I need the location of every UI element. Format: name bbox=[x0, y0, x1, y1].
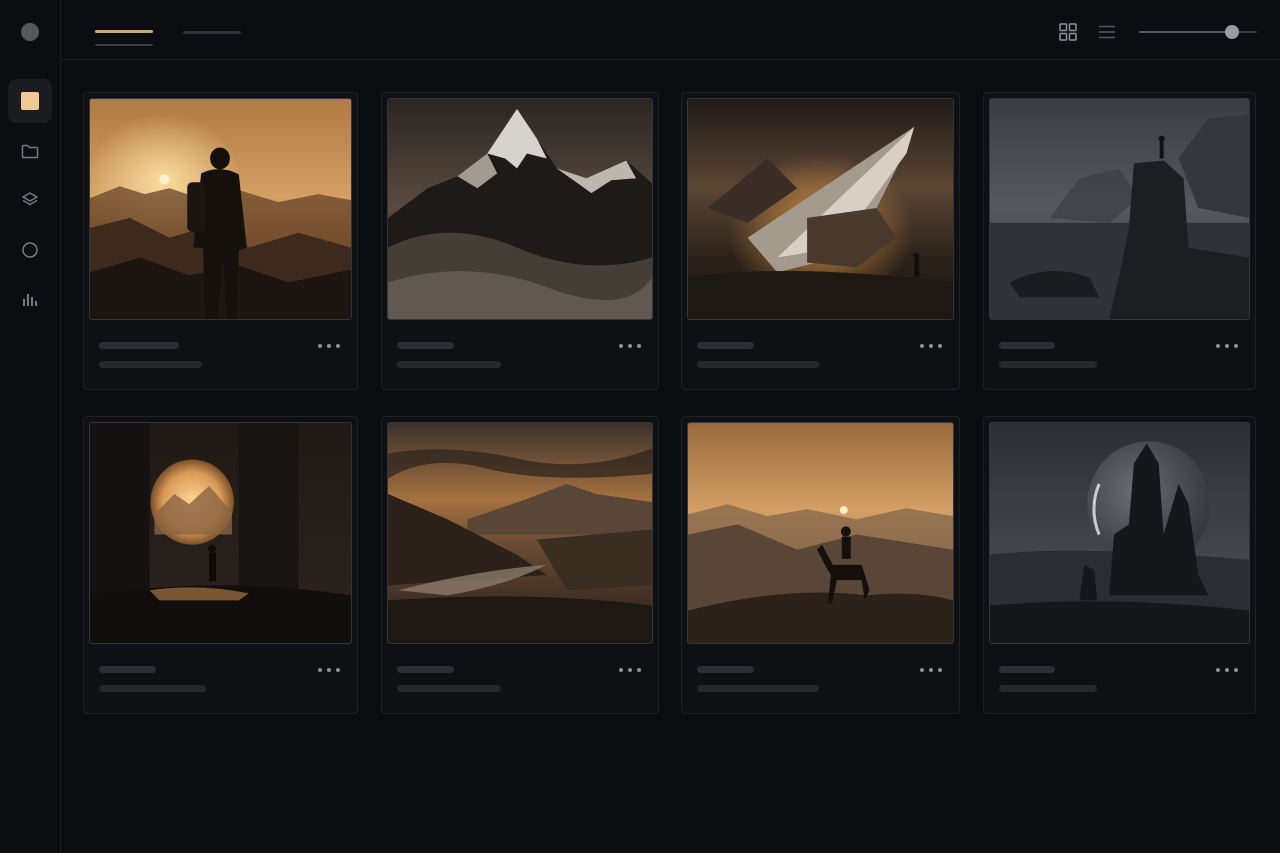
sidebar-item-gallery[interactable] bbox=[8, 79, 52, 123]
thumbnail-image[interactable] bbox=[89, 422, 352, 644]
zoom-slider-fill bbox=[1139, 31, 1232, 33]
card-title-placeholder bbox=[99, 666, 156, 673]
more-options-button[interactable] bbox=[318, 341, 340, 351]
more-dot bbox=[336, 344, 340, 348]
gallery-card[interactable] bbox=[381, 92, 659, 390]
sidebar-item-stats[interactable] bbox=[8, 277, 52, 321]
more-dot bbox=[327, 344, 331, 348]
gallery-card[interactable] bbox=[83, 92, 358, 390]
more-dot bbox=[920, 668, 924, 672]
more-options-button[interactable] bbox=[318, 665, 340, 675]
card-subtitle-placeholder bbox=[697, 361, 819, 368]
thumbnail-image[interactable] bbox=[387, 422, 653, 644]
more-options-button[interactable] bbox=[1216, 341, 1238, 351]
thumbnail-image[interactable] bbox=[387, 98, 653, 320]
card-title-placeholder bbox=[697, 342, 754, 349]
list-icon bbox=[1099, 25, 1115, 39]
card-title-placeholder bbox=[999, 342, 1055, 349]
sidebar bbox=[0, 0, 61, 853]
card-subtitle-placeholder bbox=[99, 361, 202, 368]
more-dot bbox=[1225, 668, 1229, 672]
gallery-app bbox=[0, 0, 1280, 853]
more-dot bbox=[637, 344, 641, 348]
thumbnail-image[interactable] bbox=[687, 98, 954, 320]
more-dot bbox=[1216, 668, 1220, 672]
tab-active-underline bbox=[95, 44, 153, 46]
card-subtitle-placeholder bbox=[99, 685, 206, 692]
more-dot bbox=[929, 668, 933, 672]
more-dot bbox=[628, 668, 632, 672]
more-options-button[interactable] bbox=[1216, 665, 1238, 675]
card-title-placeholder bbox=[397, 666, 454, 673]
image-icon bbox=[21, 92, 39, 110]
more-dot bbox=[628, 344, 632, 348]
thumbnail-image[interactable] bbox=[687, 422, 954, 644]
card-title-placeholder bbox=[397, 342, 454, 349]
bar-chart-icon bbox=[23, 294, 37, 306]
tab-inactive-indicator bbox=[183, 31, 241, 34]
sidebar-item-circle[interactable] bbox=[8, 228, 52, 272]
grid-view-button[interactable] bbox=[1056, 20, 1080, 44]
card-title-placeholder bbox=[99, 342, 179, 349]
layers-icon bbox=[22, 192, 38, 206]
more-options-button[interactable] bbox=[920, 341, 942, 351]
sidebar-item-folders[interactable] bbox=[8, 129, 52, 173]
more-dot bbox=[929, 344, 933, 348]
gallery-card[interactable] bbox=[681, 92, 960, 390]
gallery-card[interactable] bbox=[983, 416, 1256, 714]
thumbnail-image[interactable] bbox=[89, 98, 352, 320]
tab-active-indicator bbox=[95, 30, 153, 33]
card-subtitle-placeholder bbox=[999, 685, 1097, 692]
more-dot bbox=[938, 344, 942, 348]
thumbnail-image[interactable] bbox=[989, 422, 1250, 644]
circle-icon bbox=[22, 242, 38, 258]
more-dot bbox=[318, 344, 322, 348]
folder-icon bbox=[21, 144, 39, 159]
more-dot bbox=[1216, 344, 1220, 348]
more-dot bbox=[619, 668, 623, 672]
gallery-card[interactable] bbox=[681, 416, 960, 714]
zoom-slider-thumb[interactable] bbox=[1225, 25, 1239, 39]
card-subtitle-placeholder bbox=[397, 361, 501, 368]
more-dot bbox=[938, 668, 942, 672]
list-view-button[interactable] bbox=[1095, 20, 1119, 44]
card-subtitle-placeholder bbox=[697, 685, 819, 692]
thumbnail-image[interactable] bbox=[989, 98, 1250, 320]
card-title-placeholder bbox=[697, 666, 754, 673]
more-dot bbox=[327, 668, 331, 672]
gallery-grid bbox=[61, 60, 1280, 853]
more-dot bbox=[637, 668, 641, 672]
more-dot bbox=[1225, 344, 1229, 348]
more-dot bbox=[619, 344, 623, 348]
card-subtitle-placeholder bbox=[397, 685, 501, 692]
tab-active[interactable] bbox=[95, 22, 153, 48]
more-options-button[interactable] bbox=[920, 665, 942, 675]
more-dot bbox=[336, 668, 340, 672]
more-dot bbox=[920, 344, 924, 348]
sidebar-item-layers[interactable] bbox=[8, 178, 52, 222]
zoom-slider[interactable] bbox=[1139, 24, 1257, 40]
more-options-button[interactable] bbox=[619, 341, 641, 351]
more-options-button[interactable] bbox=[619, 665, 641, 675]
gallery-card[interactable] bbox=[83, 416, 358, 714]
more-dot bbox=[1234, 668, 1238, 672]
gallery-card[interactable] bbox=[381, 416, 659, 714]
card-subtitle-placeholder bbox=[999, 361, 1097, 368]
gallery-card[interactable] bbox=[983, 92, 1256, 390]
grid-icon bbox=[1059, 23, 1077, 41]
top-bar bbox=[61, 0, 1280, 60]
more-dot bbox=[318, 668, 322, 672]
logo bbox=[21, 23, 39, 41]
tab-inactive[interactable] bbox=[183, 22, 241, 48]
card-title-placeholder bbox=[999, 666, 1055, 673]
more-dot bbox=[1234, 344, 1238, 348]
